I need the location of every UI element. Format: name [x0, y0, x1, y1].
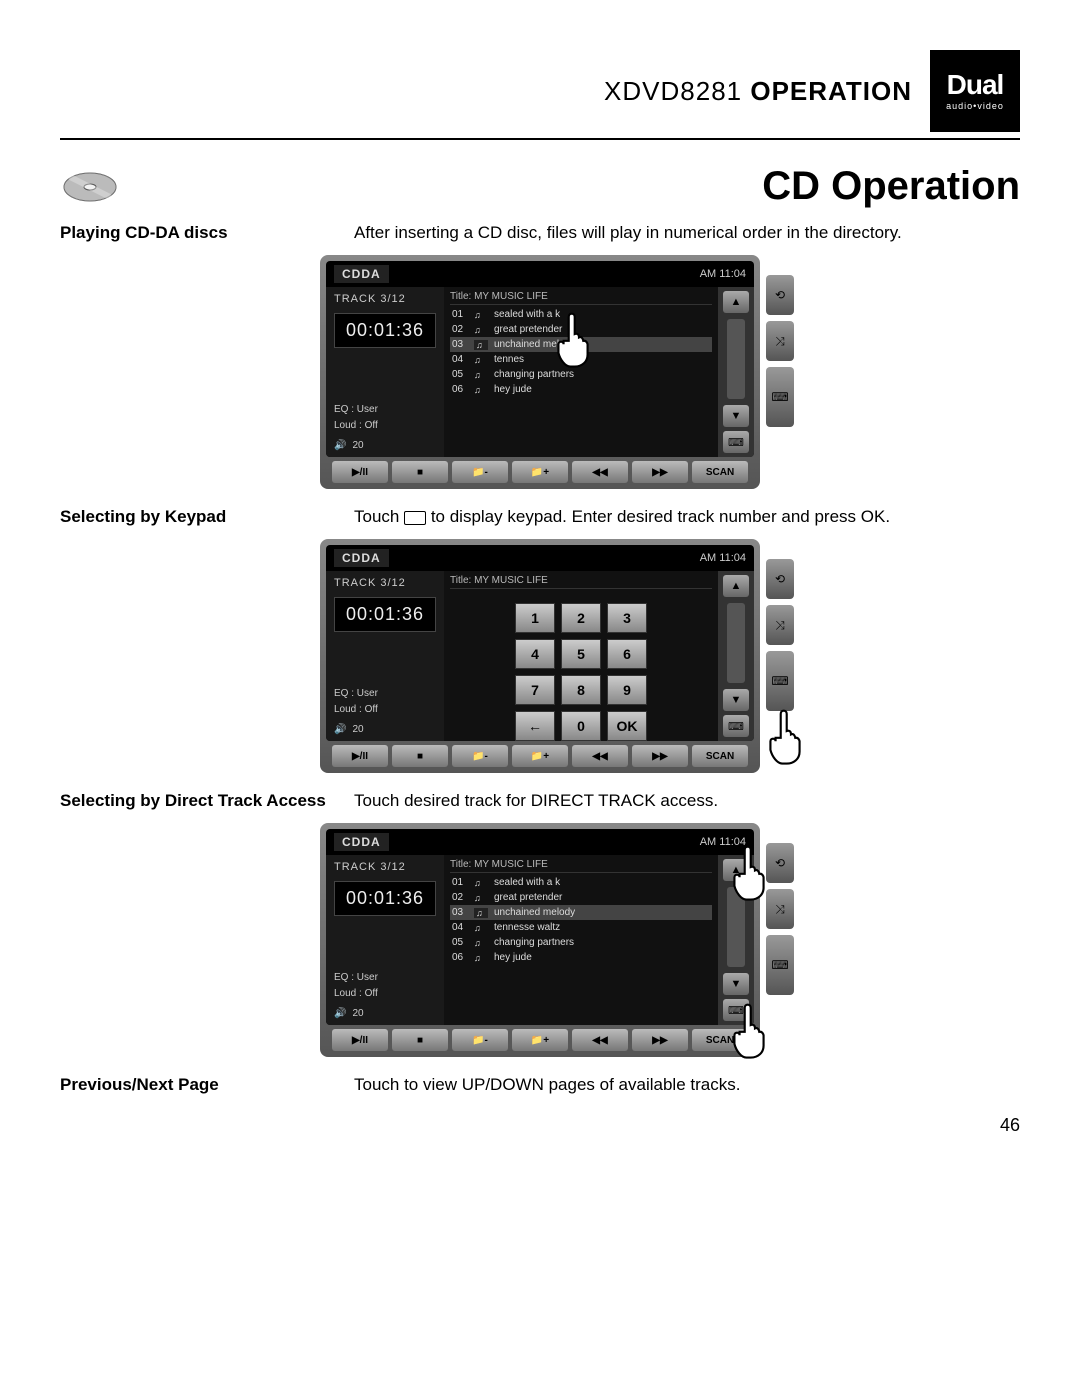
track-counter: TRACK 3/12: [334, 293, 436, 305]
hand-pointer-icon: [762, 707, 808, 767]
row3-label: Selecting by Direct Track Access: [60, 791, 340, 811]
play-pause-button[interactable]: ▶/II: [332, 461, 388, 483]
keypad-1[interactable]: 1: [515, 603, 555, 633]
shuffle-button[interactable]: ⤨: [766, 605, 794, 645]
brand-text: Dual: [947, 71, 1004, 99]
stop-button[interactable]: ■: [392, 461, 448, 483]
hand-pointer-icon: [550, 310, 596, 370]
list-item[interactable]: 06♫hey jude: [450, 950, 712, 965]
page-up-button[interactable]: ▲: [723, 291, 749, 313]
hand-pointer-icon: [726, 843, 772, 903]
row1-label: Playing CD-DA discs: [60, 223, 340, 243]
header-section: OPERATION: [750, 76, 912, 106]
row4-label: Previous/Next Page: [60, 1075, 340, 1095]
list-item[interactable]: 06♫hey jude: [450, 382, 712, 397]
page-number: 46: [60, 1115, 1020, 1136]
list-item[interactable]: 02♫great pretender: [450, 890, 712, 905]
page-up-button[interactable]: ▲: [723, 575, 749, 597]
row3-desc: Touch desired track for DIRECT TRACK acc…: [354, 791, 1020, 811]
folder-next-button[interactable]: 📁+: [512, 461, 568, 483]
volume-value: 20: [352, 440, 363, 451]
keypad-button[interactable]: ⌨: [723, 715, 749, 737]
page-down-button[interactable]: ▼: [723, 405, 749, 427]
forward-button[interactable]: ▶▶: [632, 461, 688, 483]
keypad-6[interactable]: 6: [607, 639, 647, 669]
volume-icon: 🔊: [334, 440, 346, 451]
row2-label: Selecting by Keypad: [60, 507, 340, 527]
keypad-button[interactable]: ⌨: [723, 431, 749, 453]
scroll-slider[interactable]: [727, 319, 745, 399]
keypad-3[interactable]: 3: [607, 603, 647, 633]
keypad-icon: [404, 511, 426, 525]
section-title: CD Operation: [762, 164, 1020, 209]
screen-tracklist: CDDAAM 11:04 TRACK 3/12 00:01:36 EQ : Us…: [320, 255, 760, 489]
screen-keypad: CDDAAM 11:04 TRACK 3/12 00:01:36 EQ : Us…: [320, 539, 760, 773]
side-keypad-button[interactable]: ⌨: [766, 367, 794, 427]
transport-bar: ▶/II ■ 📁- 📁+ ◀◀ ▶▶ SCAN: [326, 457, 754, 483]
brand-logo: Dual audio•video: [930, 50, 1020, 132]
keypad-back[interactable]: ←: [515, 711, 555, 741]
list-item[interactable]: 03♫unchained melody: [450, 905, 712, 920]
numeric-keypad: 1 2 3 4 5 6 7 8 9 ← 0 OK: [450, 591, 712, 741]
list-item[interactable]: 04♫tennesse waltz: [450, 920, 712, 935]
repeat-button[interactable]: ⟲: [766, 559, 794, 599]
folder-prev-button[interactable]: 📁-: [452, 461, 508, 483]
keypad-2[interactable]: 2: [561, 603, 601, 633]
clock: AM 11:04: [700, 268, 746, 280]
side-keypad-button[interactable]: ⌨: [766, 935, 794, 995]
list-item[interactable]: 01♫sealed with a k: [450, 875, 712, 890]
screen-direct-track: CDDAAM 11:04 TRACK 3/12 00:01:36 EQ : Us…: [320, 823, 760, 1057]
hand-pointer-icon: [726, 1001, 772, 1061]
disc-icon: [60, 167, 120, 207]
keypad-ok[interactable]: OK: [607, 711, 647, 741]
page-down-button[interactable]: ▼: [723, 973, 749, 995]
model-num: XDVD8281: [604, 76, 742, 106]
mode-label: CDDA: [334, 265, 389, 283]
keypad-4[interactable]: 4: [515, 639, 555, 669]
keypad-8[interactable]: 8: [561, 675, 601, 705]
keypad-0[interactable]: 0: [561, 711, 601, 741]
scan-button[interactable]: SCAN: [692, 461, 748, 483]
row2-desc: Touch to display keypad. Enter desired t…: [354, 507, 1020, 527]
list-item[interactable]: 05♫changing partners: [450, 935, 712, 950]
brand-sub: audio•video: [946, 101, 1004, 111]
keypad-7[interactable]: 7: [515, 675, 555, 705]
row4-desc: Touch to view UP/DOWN pages of available…: [354, 1075, 1020, 1095]
row1-desc: After inserting a CD disc, files will pl…: [354, 223, 1020, 243]
rewind-button[interactable]: ◀◀: [572, 461, 628, 483]
page-header: XDVD8281 OPERATION Dual audio•video: [60, 50, 1020, 140]
scroll-slider[interactable]: [727, 603, 745, 683]
disc-title: Title: MY MUSIC LIFE: [450, 291, 712, 305]
keypad-5[interactable]: 5: [561, 639, 601, 669]
side-keypad-button[interactable]: ⌨: [766, 651, 794, 711]
header-title: XDVD8281 OPERATION: [604, 76, 912, 107]
page-down-button[interactable]: ▼: [723, 689, 749, 711]
keypad-9[interactable]: 9: [607, 675, 647, 705]
elapsed-time: 00:01:36: [334, 313, 436, 348]
repeat-button[interactable]: ⟲: [766, 275, 794, 315]
shuffle-button[interactable]: ⤨: [766, 321, 794, 361]
